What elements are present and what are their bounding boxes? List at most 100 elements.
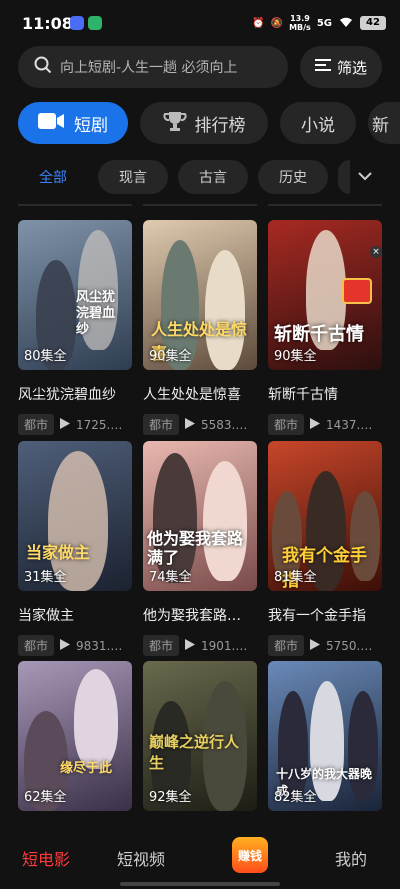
play-icon bbox=[185, 638, 196, 653]
drama-card[interactable]: 巅峰之逆行人生 92集全 bbox=[143, 661, 257, 811]
chevron-down-icon[interactable] bbox=[355, 166, 375, 190]
genre-tag: 都市 bbox=[18, 635, 55, 656]
drama-meta: 都市 9831.… bbox=[18, 635, 132, 656]
view-count: 1437.… bbox=[326, 417, 373, 432]
alarm-icon: ⏰ bbox=[252, 17, 265, 29]
drama-title[interactable]: 风尘犹浣碧血纱 bbox=[18, 384, 132, 404]
search-icon bbox=[34, 56, 52, 78]
clock: 11:08 bbox=[22, 14, 73, 33]
nav-short-movie[interactable]: 短电影 bbox=[22, 846, 70, 870]
network-type: 5G bbox=[316, 17, 332, 29]
mute-icon: 🔕 bbox=[270, 17, 284, 29]
nav-mine[interactable]: 我的 bbox=[335, 846, 367, 870]
drama-poster[interactable]: 我有个金手指 81集全 bbox=[268, 441, 382, 591]
genre-tag: 都市 bbox=[143, 414, 180, 435]
drama-card[interactable]: 风尘犹浣碧血纱 80集全 风尘犹浣碧血纱 都市 1725.… bbox=[18, 220, 132, 435]
episode-count: 82集全 bbox=[274, 790, 317, 805]
poster-title-art: 当家做主 bbox=[26, 543, 91, 562]
drama-card[interactable]: 我有个金手指 81集全 我有一个金手指 都市 5750.… bbox=[268, 441, 382, 656]
drama-card[interactable]: 十八岁的我大器晚成 82集全 bbox=[268, 661, 382, 811]
chip-history[interactable]: 历史 bbox=[258, 160, 328, 194]
tab-ranking[interactable]: 排行榜 bbox=[140, 102, 268, 144]
poster-figure bbox=[74, 669, 118, 769]
view-count: 5750.… bbox=[326, 638, 373, 653]
drama-meta: 都市 5750.… bbox=[268, 635, 382, 656]
play-icon bbox=[310, 638, 321, 653]
drama-poster[interactable]: 斩断千古情 × 90集全 bbox=[268, 220, 382, 370]
drama-poster[interactable]: 人生处处是惊喜 90集全 bbox=[143, 220, 257, 370]
drama-card[interactable]: 人生处处是惊喜 90集全 人生处处是惊喜 都市 5583.… bbox=[143, 220, 257, 435]
view-count: 1901.… bbox=[201, 638, 248, 653]
drama-poster[interactable]: 十八岁的我大器晚成 82集全 bbox=[268, 661, 382, 811]
search-placeholder: 向上短剧-人生一趟 必须向上 bbox=[60, 60, 238, 76]
drama-meta: 都市 1725.… bbox=[18, 414, 132, 435]
view-count: 1725.… bbox=[76, 417, 123, 432]
episode-count: 31集全 bbox=[24, 570, 67, 585]
filter-button[interactable]: 筛选 bbox=[300, 46, 382, 88]
poster-title-art: 斩断千古情 bbox=[274, 324, 364, 345]
drama-meta: 都市 1437.… bbox=[268, 414, 382, 435]
network-speed: 13.9 MB/s bbox=[289, 14, 311, 32]
poster-title-art: 他为娶我套路满了 bbox=[147, 529, 244, 567]
top-divider bbox=[18, 204, 132, 206]
app-notification-icon bbox=[70, 16, 84, 30]
bottom-nav: 短电影 短视频 赚钱 我的 bbox=[0, 832, 400, 889]
chip-modern-romance[interactable]: 现言 bbox=[98, 160, 168, 194]
filter-icon bbox=[314, 58, 331, 76]
drama-card[interactable]: 当家做主 31集全 当家做主 都市 9831.… bbox=[18, 441, 132, 656]
drama-card[interactable]: 缘尽于此 62集全 bbox=[18, 661, 132, 811]
tab-short-drama[interactable]: 短剧 bbox=[18, 102, 128, 144]
drama-title[interactable]: 当家做主 bbox=[18, 605, 132, 625]
genre-tag: 都市 bbox=[268, 414, 305, 435]
tab-novel[interactable]: 小说 bbox=[280, 102, 356, 144]
drama-meta: 都市 1901.… bbox=[143, 635, 257, 656]
drama-meta: 都市 5583.… bbox=[143, 414, 257, 435]
play-icon bbox=[60, 417, 71, 432]
view-count: 9831.… bbox=[76, 638, 123, 653]
drama-poster[interactable]: 巅峰之逆行人生 92集全 bbox=[143, 661, 257, 811]
app-notification-icon-2 bbox=[88, 16, 102, 30]
chip-more-partial[interactable] bbox=[338, 160, 350, 194]
drama-title[interactable]: 人生处处是惊喜 bbox=[143, 384, 257, 404]
poster-title-art: 风尘犹浣碧血纱 bbox=[76, 290, 116, 337]
episode-count: 62集全 bbox=[24, 790, 67, 805]
drama-card[interactable]: 他为娶我套路满了 74集全 他为娶我套路… 都市 1901.… bbox=[143, 441, 257, 656]
episode-count: 90集全 bbox=[274, 349, 317, 364]
earn-label: 赚钱 bbox=[237, 848, 262, 863]
episode-count: 80集全 bbox=[24, 349, 67, 364]
chip-ancient-romance[interactable]: 古言 bbox=[178, 160, 248, 194]
drama-poster[interactable]: 风尘犹浣碧血纱 80集全 bbox=[18, 220, 132, 370]
search-input[interactable]: 向上短剧-人生一趟 必须向上 bbox=[18, 46, 288, 88]
tab-new[interactable]: 新 bbox=[368, 102, 400, 144]
drama-title[interactable]: 他为娶我套路… bbox=[143, 605, 257, 625]
drama-card[interactable]: 斩断千古情 × 90集全 斩断千古情 都市 1437.… bbox=[268, 220, 382, 435]
top-divider-2 bbox=[143, 204, 257, 206]
drama-poster[interactable]: 当家做主 31集全 bbox=[18, 441, 132, 591]
poster-title-art: 缘尽于此 bbox=[60, 761, 113, 776]
chip-all[interactable]: 全部 bbox=[18, 160, 88, 194]
status-bar: 11:08 ⏰ 🔕 13.9 MB/s 5G 42 bbox=[0, 0, 400, 44]
home-indicator[interactable] bbox=[120, 882, 280, 886]
video-icon bbox=[38, 111, 64, 136]
poster-title-art: 巅峰之逆行人生 bbox=[149, 733, 240, 772]
episode-count: 90集全 bbox=[149, 349, 192, 364]
genre-tag: 都市 bbox=[18, 414, 55, 435]
episode-count: 74集全 bbox=[149, 570, 192, 585]
view-count: 5583.… bbox=[201, 417, 248, 432]
drama-poster[interactable]: 缘尽于此 62集全 bbox=[18, 661, 132, 811]
play-icon bbox=[60, 638, 71, 653]
close-icon[interactable]: × bbox=[370, 246, 382, 258]
nav-earn-button[interactable]: 赚钱 bbox=[232, 837, 268, 873]
episode-count: 92集全 bbox=[149, 790, 192, 805]
drama-title[interactable]: 我有一个金手指 bbox=[268, 605, 382, 625]
battery-indicator: 42 bbox=[360, 16, 386, 30]
nav-short-video[interactable]: 短视频 bbox=[117, 846, 165, 870]
play-icon bbox=[185, 417, 196, 432]
filter-label: 筛选 bbox=[336, 58, 367, 77]
red-envelope-icon[interactable] bbox=[342, 278, 372, 304]
episode-count: 81集全 bbox=[274, 570, 317, 585]
drama-poster[interactable]: 他为娶我套路满了 74集全 bbox=[143, 441, 257, 591]
wifi-icon bbox=[338, 16, 354, 31]
drama-title[interactable]: 斩断千古情 bbox=[268, 384, 382, 404]
play-icon bbox=[310, 417, 321, 432]
